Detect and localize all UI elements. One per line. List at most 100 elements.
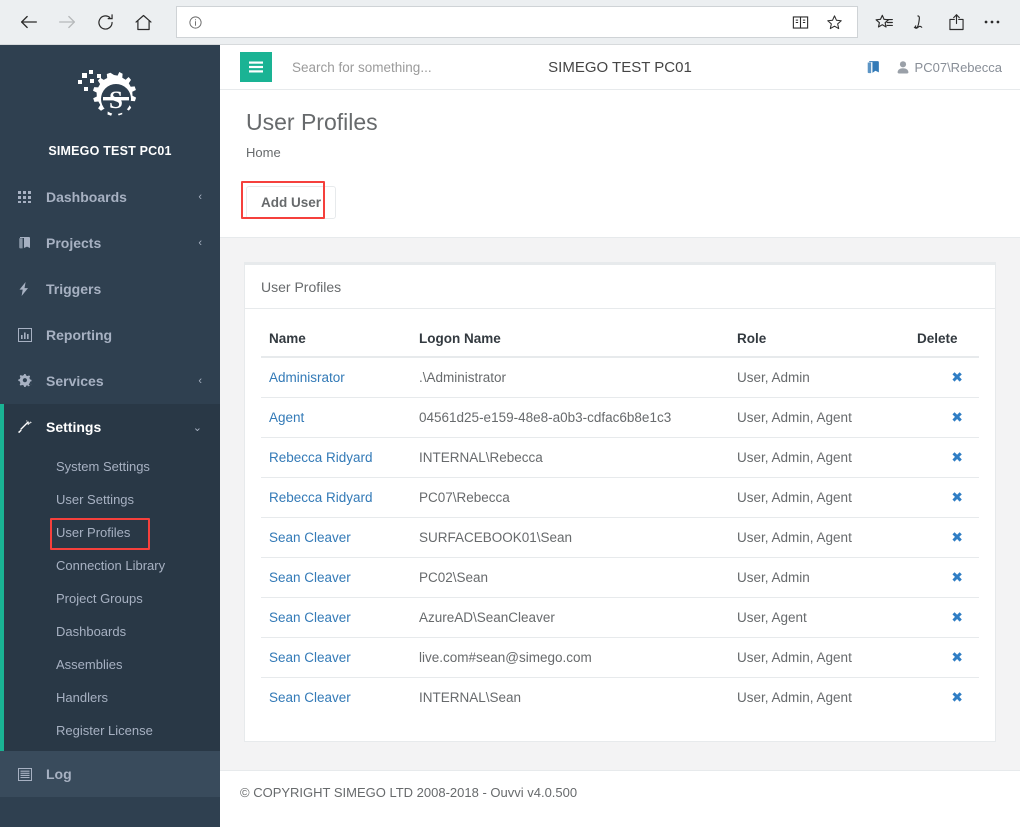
back-button[interactable] (10, 3, 48, 41)
sidebar-subitem-label: Dashboards (56, 624, 127, 639)
magic-wand-icon (18, 419, 40, 435)
role-cell: User, Admin, Agent (729, 516, 909, 558)
sidebar-subitem-project-groups[interactable]: Project Groups (4, 582, 220, 615)
sidebar-item-projects[interactable]: Projects ‹ (0, 220, 220, 266)
add-user-button[interactable]: Add User (246, 185, 337, 219)
sidebar-brand[interactable]: S SIMEGO TEST PC01 (0, 45, 220, 174)
role-cell: User, Agent (729, 596, 909, 638)
table-row: Sean Cleaver SURFACEBOOK01\Sean User, Ad… (261, 516, 979, 558)
sidebar-item-settings[interactable]: Settings ⌄ (4, 404, 220, 450)
delete-x-icon[interactable]: ✖ (951, 569, 963, 586)
web-note-pen-icon[interactable] (902, 4, 938, 40)
delete-x-icon[interactable]: ✖ (951, 409, 963, 426)
sidebar-subitem-register-license[interactable]: Register License (4, 714, 220, 747)
user-icon (897, 60, 909, 74)
table-header-row: Name Logon Name Role Delete (261, 320, 979, 358)
chevron-left-icon: ‹ (198, 375, 202, 387)
sidebar-subitem-connection-library[interactable]: Connection Library (4, 549, 220, 582)
sidebar-subitem-system-settings[interactable]: System Settings (4, 450, 220, 483)
role-cell: User, Admin, Agent (729, 436, 909, 478)
delete-x-icon[interactable]: ✖ (951, 649, 963, 666)
hamburger-icon[interactable] (240, 52, 272, 82)
table-body: Adminisrator .\Administrator User, Admin… (261, 356, 979, 717)
chevron-down-icon: ⌄ (192, 421, 202, 434)
logon-name-cell: INTERNAL\Rebecca (411, 436, 729, 478)
list-icon (18, 767, 40, 781)
bar-chart-icon (18, 328, 40, 342)
sidebar-item-triggers[interactable]: Triggers (0, 266, 220, 312)
sidebar-subitem-handlers[interactable]: Handlers (4, 681, 220, 714)
delete-x-icon[interactable]: ✖ (951, 689, 963, 706)
sidebar-subitem-dashboards[interactable]: Dashboards (4, 615, 220, 648)
info-icon (183, 15, 207, 30)
refresh-button[interactable] (86, 3, 124, 41)
column-header-name: Name (261, 320, 411, 358)
sidebar-subitem-label: Project Groups (56, 591, 143, 606)
sidebar-item-dashboards[interactable]: Dashboards ‹ (0, 174, 220, 220)
home-button[interactable] (124, 3, 162, 41)
user-name-link[interactable]: Sean Cleaver (269, 650, 351, 665)
column-header-logon: Logon Name (411, 320, 729, 358)
forward-button[interactable] (48, 3, 86, 41)
delete-x-icon[interactable]: ✖ (951, 489, 963, 506)
bolt-icon (18, 282, 40, 296)
delete-x-icon[interactable]: ✖ (951, 449, 963, 466)
sidebar-subitem-label: Register License (56, 723, 153, 738)
table-header: Name Logon Name Role Delete (261, 320, 979, 358)
user-name-link[interactable]: Rebecca Ridyard (269, 490, 373, 505)
user-name-link[interactable]: Rebecca Ridyard (269, 450, 373, 465)
address-input[interactable] (207, 7, 785, 37)
share-icon[interactable] (938, 4, 974, 40)
user-name-link[interactable]: Sean Cleaver (269, 690, 351, 705)
svg-text:S: S (109, 87, 123, 114)
panel-body: Name Logon Name Role Delete Adminisrator… (245, 309, 995, 741)
sidebar-subitem-assemblies[interactable]: Assemblies (4, 648, 220, 681)
sidebar-item-label: Reporting (46, 327, 113, 343)
sidebar-item-services[interactable]: Services ‹ (0, 358, 220, 404)
hub-icon[interactable] (866, 4, 902, 40)
logon-name-cell: PC07\Rebecca (411, 476, 729, 518)
reading-view-icon[interactable] (785, 7, 815, 37)
more-options-icon[interactable] (974, 4, 1010, 40)
sidebar-subitem-label: User Settings (56, 492, 135, 507)
table-row: Sean Cleaver PC02\Sean User, Admin ✖ (261, 556, 979, 598)
delete-x-icon[interactable]: ✖ (951, 529, 963, 546)
search-input[interactable] (292, 52, 542, 82)
book-icon[interactable] (866, 60, 881, 75)
logon-name-cell: .\Administrator (411, 356, 729, 398)
delete-x-icon[interactable]: ✖ (951, 369, 963, 386)
browser-actions (866, 4, 1010, 40)
app-shell: S SIMEGO TEST PC01 Dashboards ‹ Projects… (0, 45, 1020, 827)
page-title: User Profiles (246, 109, 378, 135)
user-name-link[interactable]: Sean Cleaver (269, 530, 351, 545)
user-name-link[interactable]: Agent (269, 410, 304, 425)
sidebar-subitem-user-profiles[interactable]: User Profiles (4, 516, 220, 550)
sidebar-section-settings: Settings ⌄ System Settings User Settings… (0, 404, 220, 751)
delete-x-icon[interactable]: ✖ (951, 609, 963, 626)
role-cell: User, Admin, Agent (729, 636, 909, 678)
address-bar[interactable] (176, 6, 858, 38)
sidebar-subnav-settings: System Settings User Settings User Profi… (4, 450, 220, 751)
logon-name-cell: INTERNAL\Sean (411, 676, 729, 717)
page-head: User Profiles Home (220, 90, 1020, 174)
sidebar-item-log[interactable]: Log (0, 751, 220, 797)
user-name-link[interactable]: Sean Cleaver (269, 570, 351, 585)
table-row: Rebecca Ridyard PC07\Rebecca User, Admin… (261, 476, 979, 518)
sidebar-subitem-label: Assemblies (56, 657, 123, 672)
star-icon[interactable] (819, 7, 849, 37)
user-name-link[interactable]: Adminisrator (269, 370, 345, 385)
user-name-link[interactable]: Sean Cleaver (269, 610, 351, 625)
table-row: Sean Cleaver INTERNAL\Sean User, Admin, … (261, 676, 979, 717)
role-cell: User, Admin, Agent (729, 676, 909, 717)
sidebar-item-reporting[interactable]: Reporting (0, 312, 220, 358)
user-menu[interactable]: PC07\Rebecca (897, 60, 1002, 75)
sidebar-item-label: Dashboards (46, 189, 127, 205)
column-header-delete: Delete (909, 320, 979, 358)
sidebar-subitem-user-settings[interactable]: User Settings (4, 483, 220, 516)
sidebar-item-label: Log (46, 766, 72, 782)
sidebar-nav: Dashboards ‹ Projects ‹ Triggers Reporti… (0, 174, 220, 797)
sidebar-subitem-label: Handlers (56, 690, 109, 705)
user-profiles-table: Name Logon Name Role Delete Adminisrator… (261, 320, 979, 717)
logon-name-cell: 04561d25-e159-48e8-a0b3-cdfac6b8e1c3 (411, 396, 729, 438)
table-row: Sean Cleaver live.com#sean@simego.com Us… (261, 636, 979, 678)
